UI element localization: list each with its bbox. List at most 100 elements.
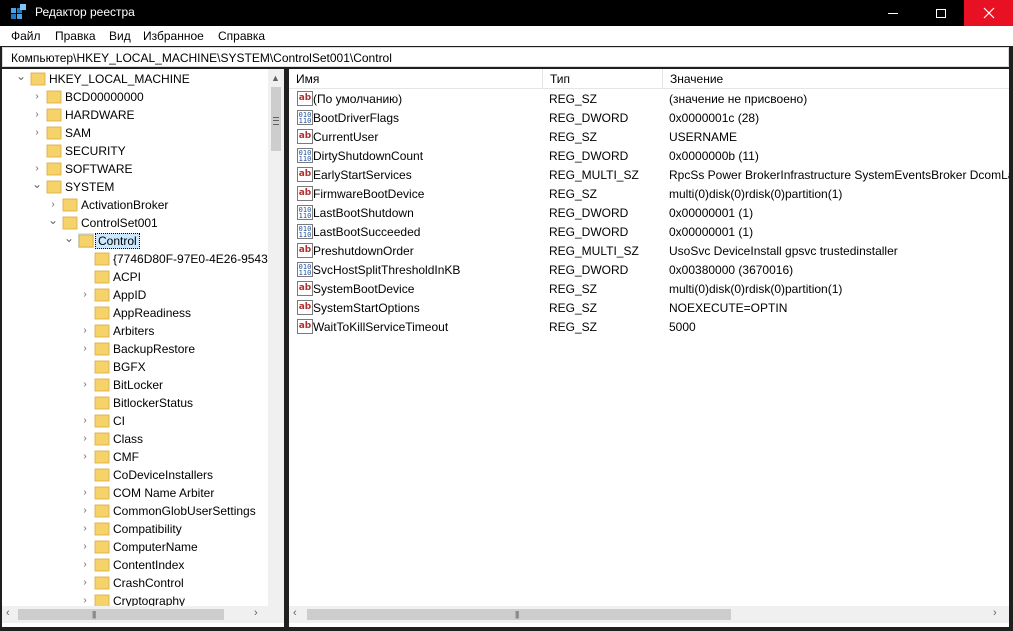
tree-horizontal-scrollbar[interactable]: ‹ ||| ›	[2, 606, 268, 623]
menu-edit[interactable]: Правка	[55, 29, 96, 43]
value-row[interactable]: 010 110 LastBootSucceeded REG_DWORD 0x000000…	[289, 222, 1009, 241]
menu-favorites[interactable]: Избранное	[143, 29, 204, 43]
minimize-button[interactable]	[870, 0, 916, 26]
tree-item[interactable]: › ActivationBroker	[2, 196, 266, 214]
value-row[interactable]: ab SystemStartOptions REG_SZ NOEXECUTE=OPT…	[289, 298, 1009, 317]
chevron-down-icon[interactable]: ⌄	[48, 214, 58, 226]
chevron-right-icon[interactable]: ›	[80, 577, 90, 589]
chevron-right-icon[interactable]: ›	[80, 523, 90, 535]
column-header-type[interactable]: Тип	[543, 69, 663, 89]
tree-vertical-scrollbar[interactable]: ▲	[268, 69, 284, 606]
tree-item-label: HARDWARE	[65, 108, 135, 122]
chevron-right-icon[interactable]: ›	[80, 487, 90, 499]
chevron-right-icon[interactable]: ›	[80, 325, 90, 337]
scroll-up-icon[interactable]: ▲	[271, 73, 280, 83]
tree-hscroll-thumb[interactable]	[18, 609, 224, 620]
value-row[interactable]: 010 110 BootDriverFlags REG_DWORD 0x0000001c…	[289, 108, 1009, 127]
chevron-right-icon[interactable]: ›	[80, 433, 90, 445]
tree-item[interactable]: ⌄ SYSTEM	[2, 178, 266, 196]
scroll-right-icon[interactable]: ›	[993, 607, 997, 619]
chevron-right-icon[interactable]: ›	[80, 379, 90, 391]
values-horizontal-scrollbar[interactable]: ‹ ||| ›	[289, 606, 1009, 623]
tree-item[interactable]: › AppID	[2, 286, 266, 304]
column-header-data[interactable]: Значение	[663, 69, 1009, 89]
binary-value-icon: 010 110	[297, 262, 313, 277]
chevron-right-icon[interactable]: ›	[32, 109, 42, 121]
values-pane[interactable]: Имя Тип Значение ab (По умолчанию) REG_SZ(…	[289, 69, 1009, 627]
tree-item[interactable]: › Arbiters	[2, 322, 266, 340]
tree-item[interactable]: BGFX	[2, 358, 266, 376]
tree-item-label: BitLocker	[113, 378, 164, 392]
chevron-right-icon[interactable]: ›	[80, 415, 90, 427]
chevron-down-icon[interactable]: ⌄	[16, 70, 26, 82]
tree-item[interactable]: › BitLocker	[2, 376, 266, 394]
chevron-right-icon[interactable]: ›	[80, 289, 90, 301]
pane-splitter[interactable]	[284, 69, 288, 627]
tree-item[interactable]: ⌄ Control	[2, 232, 266, 250]
tree-item[interactable]: › CMF	[2, 448, 266, 466]
key-tree-pane[interactable]: ⌄ HKEY_LOCAL_MACHINE › BCD00000000 › HARDWARE…	[2, 69, 284, 627]
folder-icon	[46, 144, 62, 158]
chevron-right-icon[interactable]: ›	[80, 451, 90, 463]
tree-item[interactable]: ACPI	[2, 268, 266, 286]
tree-item[interactable]: › Compatibility	[2, 520, 266, 538]
tree-item[interactable]: ⌄ HKEY_LOCAL_MACHINE	[2, 70, 266, 88]
value-data: 0x00000001 (1)	[669, 225, 754, 239]
close-button[interactable]	[964, 0, 1013, 26]
tree-item[interactable]: BitlockerStatus	[2, 394, 266, 412]
scroll-left-icon[interactable]: ‹	[293, 607, 297, 619]
value-data: 5000	[669, 320, 696, 334]
tree-item[interactable]: › ComputerName	[2, 538, 266, 556]
maximize-button[interactable]	[918, 0, 964, 26]
tree-item[interactable]: {7746D80F-97E0-4E26-9543	[2, 250, 268, 268]
value-row[interactable]: ab (По умолчанию) REG_SZ (значение не присв…	[289, 89, 1009, 108]
value-row[interactable]: 010 110 SvcHostSplitThresholdInKB REG_DWORD…	[289, 260, 1009, 279]
tree-item[interactable]: ⌄ ControlSet001	[2, 214, 266, 232]
folder-icon	[94, 522, 110, 536]
scroll-right-icon[interactable]: ›	[254, 607, 258, 619]
tree-item[interactable]: › BCD00000000	[2, 88, 266, 106]
menu-file[interactable]: Файл	[11, 29, 41, 43]
value-row[interactable]: 010 110 LastBootShutdown REG_DWORD 0x0000000…	[289, 203, 1009, 222]
tree-item[interactable]: › CommonGlobUserSettings	[2, 502, 266, 520]
value-row[interactable]: ab WaitToKillServiceTimeout REG_SZ 5000	[289, 317, 1009, 336]
tree-item[interactable]: › Class	[2, 430, 266, 448]
folder-icon	[46, 162, 62, 176]
tree-item[interactable]: › CrashControl	[2, 574, 266, 592]
address-path[interactable]: Компьютер\HKEY_LOCAL_MACHINE\SYSTEM\Cont…	[11, 51, 392, 65]
value-row[interactable]: ab SystemBootDevice REG_SZ multi(0)disk(0)r…	[289, 279, 1009, 298]
tree-item[interactable]: AppReadiness	[2, 304, 266, 322]
chevron-down-icon[interactable]: ⌄	[64, 232, 74, 244]
chevron-right-icon[interactable]: ›	[32, 127, 42, 139]
chevron-right-icon[interactable]: ›	[80, 505, 90, 517]
menu-view[interactable]: Вид	[109, 29, 131, 43]
tree-item[interactable]: › COM Name Arbiter	[2, 484, 266, 502]
values-hscroll-thumb[interactable]	[307, 609, 731, 620]
tree-item[interactable]: › SOFTWARE	[2, 160, 266, 178]
scroll-left-icon[interactable]: ‹	[6, 607, 10, 619]
tree-item[interactable]: CoDeviceInstallers	[2, 466, 266, 484]
tree-item[interactable]: › SAM	[2, 124, 266, 142]
tree-item[interactable]: › HARDWARE	[2, 106, 266, 124]
chevron-right-icon[interactable]: ›	[48, 199, 58, 211]
chevron-right-icon[interactable]: ›	[32, 163, 42, 175]
value-row[interactable]: ab FirmwareBootDevice REG_SZ multi(0)disk(0…	[289, 184, 1009, 203]
value-row[interactable]: ab EarlyStartServices REG_MULTI_SZ RpcSs Po…	[289, 165, 1009, 184]
tree-item[interactable]: › ContentIndex	[2, 556, 266, 574]
chevron-right-icon[interactable]: ›	[32, 91, 42, 103]
value-row[interactable]: ab CurrentUser REG_SZ USERNAME	[289, 127, 1009, 146]
folder-icon	[46, 180, 62, 194]
menu-help[interactable]: Справка	[218, 29, 265, 43]
column-header-name[interactable]: Имя	[289, 69, 543, 89]
chevron-right-icon[interactable]: ›	[80, 343, 90, 355]
chevron-right-icon[interactable]: ›	[80, 541, 90, 553]
tree-item[interactable]: › BackupRestore	[2, 340, 266, 358]
chevron-right-icon[interactable]: ›	[80, 559, 90, 571]
tree-item[interactable]: SECURITY	[2, 142, 266, 160]
address-bar[interactable]: Компьютер\HKEY_LOCAL_MACHINE\SYSTEM\Cont…	[2, 47, 1009, 67]
value-row[interactable]: 010 110 DirtyShutdownCount REG_DWORD 0x00000…	[289, 146, 1009, 165]
value-row[interactable]: ab PreshutdownOrder REG_MULTI_SZ UsoSvc Dev…	[289, 241, 1009, 260]
tree-item[interactable]: › CI	[2, 412, 266, 430]
chevron-down-icon[interactable]: ⌄	[32, 178, 42, 190]
value-data: USERNAME	[669, 130, 738, 144]
